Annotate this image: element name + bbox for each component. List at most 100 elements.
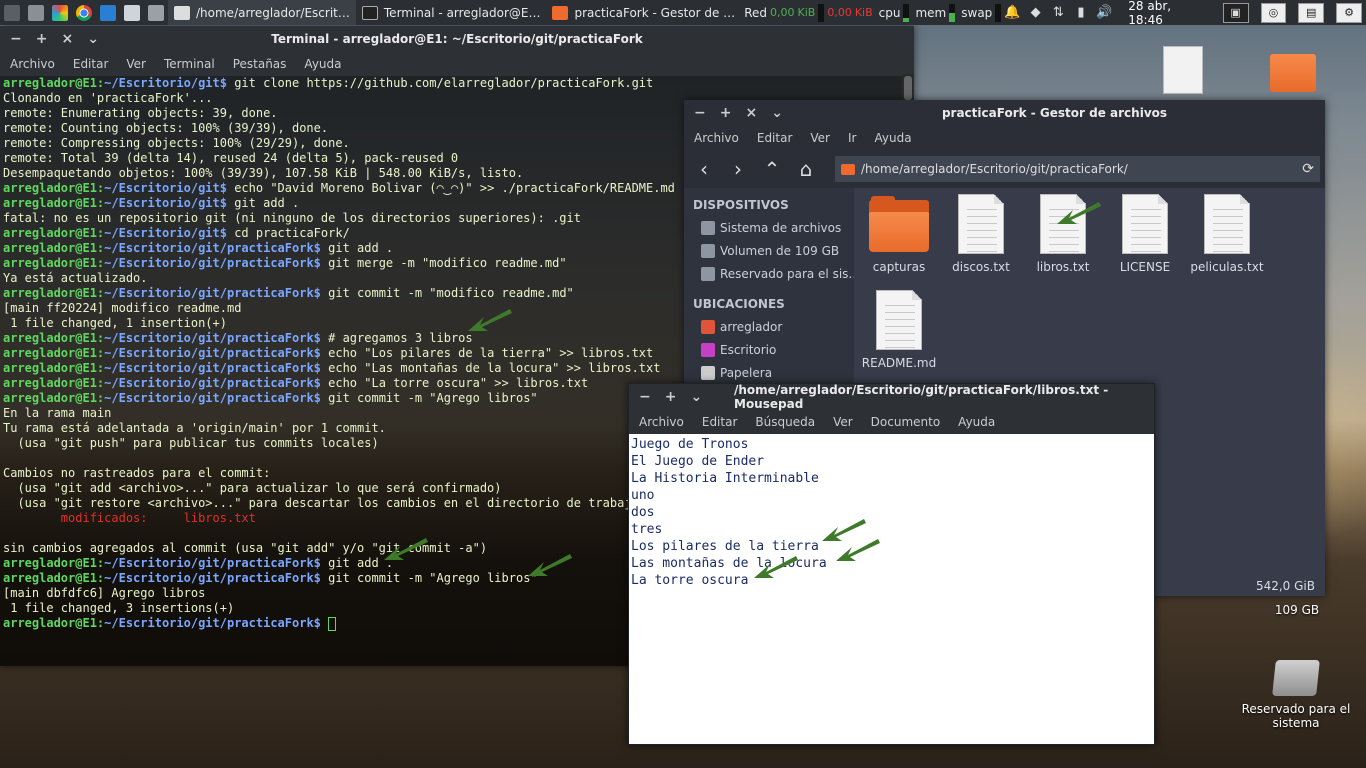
- prompt-user: arreglador@E1: [3, 181, 97, 195]
- workspace-writer-icon[interactable]: ▤: [1298, 2, 1325, 23]
- prompt-dollar: $: [313, 571, 321, 585]
- mail-icon[interactable]: [124, 4, 140, 21]
- net-up-value: 0,00: [827, 6, 852, 19]
- maximize-icon[interactable]: +: [665, 389, 677, 405]
- settings-icon[interactable]: [148, 4, 164, 21]
- task-terminal[interactable]: Terminal - arreglador@E…: [356, 0, 547, 25]
- net-down-unit: KiB: [797, 6, 816, 19]
- notification-bell-icon[interactable]: 🔔: [1004, 5, 1020, 21]
- location-bar[interactable]: /home/arreglador/Escritorio/git/practica…: [834, 155, 1321, 183]
- reload-icon[interactable]: ⟳: [1302, 161, 1314, 177]
- menu-archivo[interactable]: Archivo: [10, 57, 55, 71]
- menu-busqueda[interactable]: Búsqueda: [755, 415, 815, 429]
- menu-archivo[interactable]: Archivo: [639, 415, 684, 429]
- chevron-down-icon[interactable]: ⌄: [690, 389, 702, 405]
- folder-task-icon: [552, 5, 569, 20]
- menu-ayuda[interactable]: Ayuda: [304, 57, 341, 71]
- terminal-titlebar[interactable]: − + × ⌄ Terminal - arreglador@E1: ~/Escr…: [0, 26, 914, 52]
- file-item-discos[interactable]: discos.txt: [940, 194, 1022, 274]
- close-icon[interactable]: ×: [61, 31, 73, 47]
- chromium-icon[interactable]: [76, 4, 92, 21]
- fm-titlebar[interactable]: − + × ⌄ practicaFork - Gestor de archivo…: [684, 100, 1325, 126]
- maximize-icon[interactable]: +: [720, 105, 732, 121]
- editor-text-area[interactable]: Juego de Tronos El Juego de Ender La Histo…: [629, 434, 1154, 744]
- app-icon[interactable]: [52, 4, 68, 21]
- menu-ver[interactable]: Ver: [126, 57, 146, 71]
- mousepad-window[interactable]: − + ⌄ /home/arreglador/Escritorio/git/pr…: [628, 383, 1155, 745]
- menu-icon[interactable]: [4, 4, 20, 21]
- maximize-icon[interactable]: +: [36, 31, 48, 47]
- prompt-user: arreglador@E1: [3, 616, 97, 630]
- mem-label: mem: [915, 5, 947, 20]
- sidebar-item-volume[interactable]: Volumen de 109 GB: [684, 239, 854, 262]
- task-label: practicaFork - Gestor de …: [574, 5, 736, 20]
- mem-monitor[interactable]: mem: [912, 0, 958, 25]
- menu-ver[interactable]: Ver: [810, 131, 830, 145]
- mp-titlebar[interactable]: − + ⌄ /home/arreglador/Escritorio/git/pr…: [629, 383, 1154, 411]
- workspace-chromium-icon[interactable]: ◎: [1260, 2, 1287, 23]
- fm-title: practicaFork - Gestor de archivos: [941, 106, 1168, 120]
- workspace-settings-icon[interactable]: ⚙: [1336, 2, 1362, 23]
- file-item-license[interactable]: LICENSE: [1104, 194, 1186, 274]
- swap-monitor[interactable]: swap: [958, 0, 1004, 25]
- home-icon[interactable]: ⌂: [792, 155, 820, 183]
- prompt-path: ~/Escritorio/git: [104, 226, 220, 240]
- dropbox-icon[interactable]: ◆: [1028, 5, 1043, 21]
- menu-ayuda[interactable]: Ayuda: [874, 131, 911, 145]
- desktop-reserved-drive[interactable]: Reservado para el sistema: [1238, 660, 1354, 730]
- volume-icon[interactable]: 🔊: [1096, 5, 1112, 21]
- prompt-user: arreglador@E1: [3, 391, 97, 405]
- menu-ver[interactable]: Ver: [833, 415, 853, 429]
- drive-icon: [1272, 660, 1320, 696]
- task-filemanager[interactable]: practicaFork - Gestor de …: [546, 0, 741, 25]
- menu-editar[interactable]: Editar: [73, 57, 109, 71]
- cpu-graph: [903, 3, 910, 22]
- network-monitor[interactable]: Red 0,00 KiB 0,00 KiB: [741, 0, 875, 25]
- up-icon[interactable]: ⌃: [758, 155, 786, 183]
- close-icon[interactable]: ×: [745, 105, 757, 121]
- task-mousepad[interactable]: /home/arreglador/Escrit…: [168, 0, 356, 25]
- prompt-path: ~/Escritorio/git/practicaFork: [104, 571, 314, 585]
- clock[interactable]: 28 abr, 18:46: [1120, 0, 1210, 27]
- editor-line: Las montañas de la locura: [631, 556, 827, 571]
- cpu-monitor[interactable]: cpu: [876, 0, 913, 25]
- battery-icon[interactable]: ▮: [1074, 5, 1089, 21]
- minimize-icon[interactable]: −: [10, 31, 22, 47]
- menu-terminal[interactable]: Terminal: [164, 57, 215, 71]
- net-label: Red: [744, 5, 767, 20]
- chevron-down-icon[interactable]: ⌄: [87, 31, 99, 47]
- file-item-capturas[interactable]: capturas: [858, 194, 940, 274]
- prompt-path: ~/Escritorio/git: [104, 76, 220, 90]
- menu-ir[interactable]: Ir: [848, 131, 856, 145]
- prompt-dollar: $: [313, 391, 321, 405]
- writer-icon[interactable]: [100, 4, 116, 21]
- menu-documento[interactable]: Documento: [871, 415, 941, 429]
- file-item-peliculas[interactable]: peliculas.txt: [1186, 194, 1268, 274]
- sidebar-item-filesystem[interactable]: Sistema de archivos: [684, 216, 854, 239]
- menu-ayuda[interactable]: Ayuda: [958, 415, 995, 429]
- desktop-file-icon[interactable]: [1163, 46, 1203, 94]
- files-icon[interactable]: [28, 4, 44, 21]
- network-icon[interactable]: ⇅: [1051, 5, 1066, 21]
- minimize-icon[interactable]: −: [639, 389, 651, 405]
- minimize-icon[interactable]: −: [694, 105, 706, 121]
- prompt-user: arreglador@E1: [3, 286, 97, 300]
- menu-archivo[interactable]: Archivo: [694, 131, 739, 145]
- cpu-label: cpu: [878, 5, 901, 20]
- forward-icon[interactable]: ›: [724, 155, 752, 183]
- menu-pestanas[interactable]: Pestañas: [233, 57, 287, 71]
- sidebar-item-reserved[interactable]: Reservado para el sis…: [684, 262, 854, 285]
- menu-editar[interactable]: Editar: [757, 131, 793, 145]
- chevron-down-icon[interactable]: ⌄: [771, 105, 783, 121]
- net-up-unit: KiB: [854, 6, 873, 19]
- menu-editar[interactable]: Editar: [702, 415, 738, 429]
- back-icon[interactable]: ‹: [690, 155, 718, 183]
- file-item-readme[interactable]: README.md: [858, 290, 940, 370]
- prompt-user: arreglador@E1: [3, 196, 97, 210]
- desktop-folder-icon[interactable]: [1270, 54, 1316, 92]
- workspace-terminal-icon[interactable]: ▣: [1222, 2, 1249, 23]
- folder-icon: [869, 196, 929, 252]
- sidebar-item-trash[interactable]: Papelera: [684, 361, 854, 384]
- sidebar-item-home[interactable]: arreglador: [684, 315, 854, 338]
- sidebar-item-desktop[interactable]: Escritorio: [684, 338, 854, 361]
